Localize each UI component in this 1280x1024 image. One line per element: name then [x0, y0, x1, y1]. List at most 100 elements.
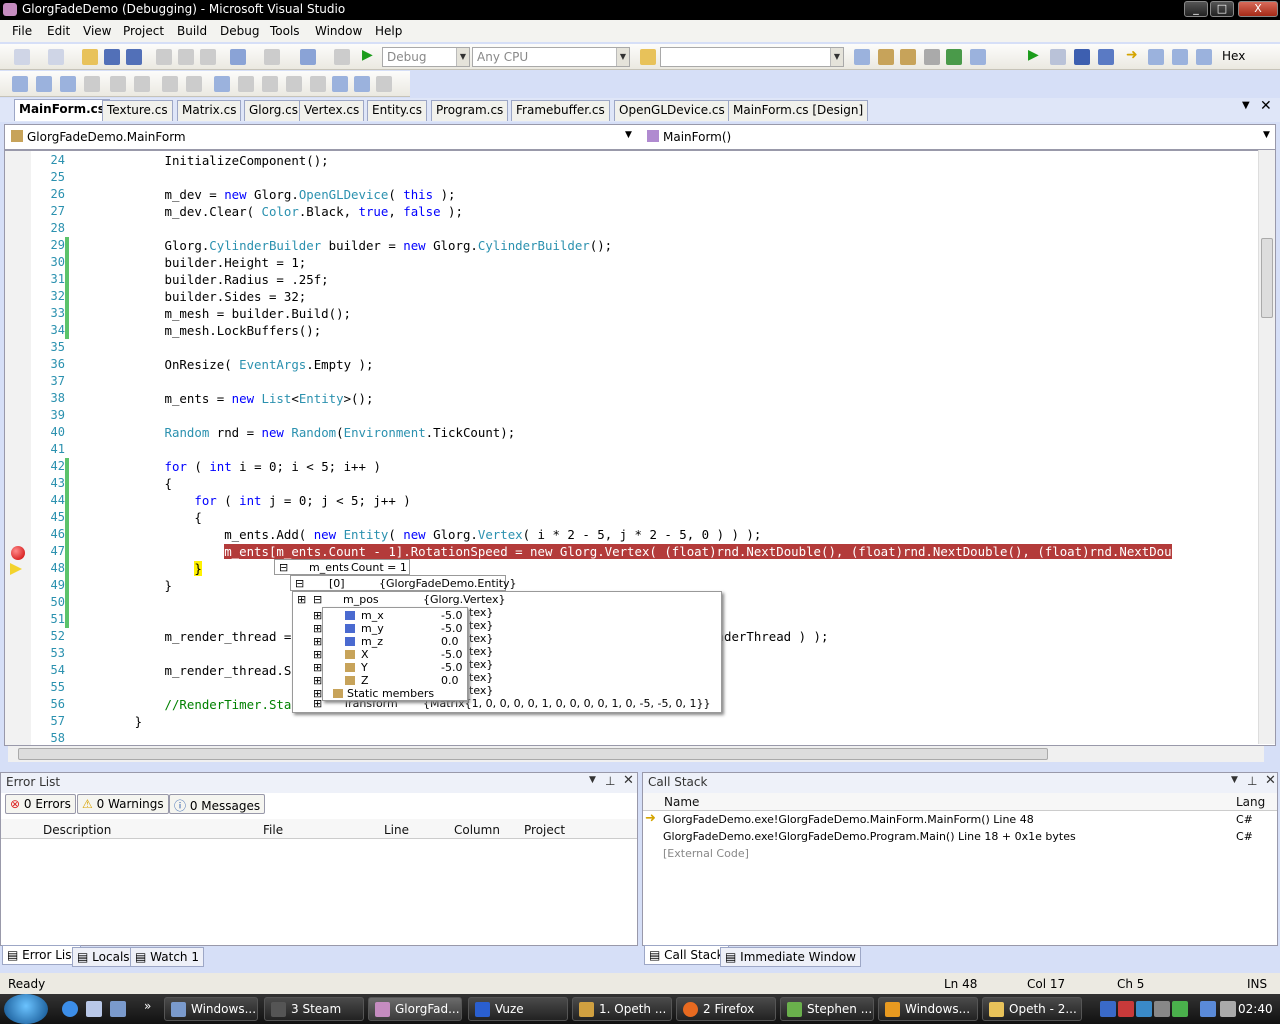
tab-immediate-window[interactable]: ▤ Immediate Window	[720, 947, 861, 967]
expand-icon[interactable]: ⊞	[313, 622, 322, 635]
close-icon[interactable]: ✕	[623, 773, 634, 788]
tab-mainform-design[interactable]: MainForm.cs [Design]	[728, 100, 869, 121]
step-over-icon[interactable]	[1172, 49, 1188, 65]
show-next-statement-icon[interactable]: ➜	[1126, 47, 1142, 63]
tab-framebuffer-cs[interactable]: Framebuffer.cs	[511, 100, 610, 121]
save-icon[interactable]	[104, 49, 120, 65]
chevron-down-icon[interactable]: ▼	[625, 130, 632, 140]
window-icon[interactable]	[970, 49, 986, 65]
bookmark-icon[interactable]	[214, 76, 230, 92]
task-opeth-2[interactable]: Opeth - 2...	[982, 997, 1082, 1021]
tab-call-stack[interactable]: ▤ Call Stack	[644, 945, 729, 965]
task-windows-2[interactable]: Windows...	[878, 997, 978, 1021]
datatip-value[interactable]: -5.0	[441, 609, 462, 622]
editor-vertical-scrollbar[interactable]	[1258, 150, 1275, 744]
column-description[interactable]: Description	[43, 823, 111, 837]
task-windows-1[interactable]: Windows...	[164, 997, 258, 1021]
code-line[interactable]: builder.Sides = 32;	[75, 289, 307, 304]
stack-frame[interactable]: [External Code]	[663, 847, 749, 860]
menu-edit[interactable]: Edit	[47, 24, 70, 38]
code-line[interactable]: }	[75, 578, 172, 593]
configuration-combo[interactable]: Debug ▼	[382, 47, 470, 67]
new-project-icon[interactable]	[14, 49, 30, 65]
code-line[interactable]: //RenderTimer.Sta	[75, 697, 292, 712]
quick-launch-more-icon[interactable]: »	[144, 999, 151, 1013]
tray-icon-3[interactable]	[1136, 1001, 1152, 1017]
quick-info-icon[interactable]	[60, 76, 76, 92]
switch-windows-icon[interactable]	[110, 1001, 126, 1017]
navigate-back-icon[interactable]	[300, 49, 316, 65]
find-combo[interactable]: ▼	[660, 47, 844, 67]
member-dropdown[interactable]: MainForm()	[663, 130, 731, 144]
find-in-files-icon[interactable]	[640, 49, 656, 65]
tab-texture-cs[interactable]: Texture.cs	[102, 100, 173, 121]
pin-icon[interactable]: ⊥	[1247, 774, 1257, 788]
close-icon[interactable]: ✕	[1265, 773, 1276, 788]
redo-icon[interactable]	[264, 49, 280, 65]
code-line[interactable]: m_dev.Clear( Color.Black, true, false );	[75, 204, 463, 219]
pin-icon[interactable]: ⊥	[605, 774, 615, 788]
code-line[interactable]: }	[75, 561, 202, 576]
expand-icon[interactable]: ⊞	[313, 635, 322, 648]
code-line[interactable]: m_render_thread.S	[75, 663, 292, 678]
datatip-value[interactable]: -5.0	[441, 622, 462, 635]
menu-file[interactable]: File	[12, 24, 32, 38]
prev-bookmark-folder-icon[interactable]	[286, 76, 302, 92]
column-line[interactable]: Line	[384, 823, 409, 837]
datatip-value[interactable]: 0.0	[441, 635, 459, 648]
editor-horizontal-scrollbar[interactable]	[8, 746, 1264, 762]
start-page-icon[interactable]	[946, 49, 962, 65]
code-line[interactable]: Random rnd = new Random(Environment.Tick…	[75, 425, 516, 440]
expand-icon[interactable]: ⊟	[313, 593, 322, 606]
tab-program-cs[interactable]: Program.cs	[431, 100, 509, 121]
scroll-thumb[interactable]	[1261, 238, 1273, 318]
task-steam[interactable]: 3 Steam	[264, 997, 364, 1021]
code-line[interactable]: m_ents.Add( new Entity( new Glorg.Vertex…	[75, 527, 761, 542]
show-desktop-icon[interactable]	[86, 1001, 102, 1017]
task-glorgfade[interactable]: GlorgFad...	[368, 997, 462, 1021]
platform-combo[interactable]: Any CPU ▼	[472, 47, 630, 67]
expand-icon[interactable]: ⊞	[313, 648, 322, 661]
tray-icon-4[interactable]	[1154, 1001, 1170, 1017]
next-bookmark-doc-icon[interactable]	[354, 76, 370, 92]
menu-tools[interactable]: Tools	[270, 24, 300, 38]
datatip-item[interactable]: ⊟ [0] {GlorgFadeDemo.Entity}	[290, 575, 517, 591]
menu-build[interactable]: Build	[177, 24, 207, 38]
copy-icon[interactable]	[178, 49, 194, 65]
undo-icon[interactable]	[230, 49, 246, 65]
toolbox-icon[interactable]	[924, 49, 940, 65]
cut-icon[interactable]	[156, 49, 172, 65]
add-item-icon[interactable]	[48, 49, 64, 65]
column-project[interactable]: Project	[524, 823, 565, 837]
warnings-filter-button[interactable]: ⚠ 0 Warnings	[77, 794, 169, 814]
task-vuze[interactable]: Vuze	[468, 997, 568, 1021]
menu-window[interactable]: Window	[315, 24, 362, 38]
code-line[interactable]: InitializeComponent();	[75, 153, 329, 168]
maximize-button[interactable]: □	[1210, 1, 1234, 17]
column-file[interactable]: File	[263, 823, 283, 837]
column-column[interactable]: Column	[454, 823, 500, 837]
code-line[interactable]: Glorg.CylinderBuilder builder = new Glor…	[75, 238, 613, 253]
tab-list-icon[interactable]: ▼	[1242, 100, 1250, 111]
code-line[interactable]: m_ents[m_ents.Count - 1].RotationSpeed =…	[75, 544, 1172, 559]
messages-filter-button[interactable]: ⓘ 0 Messages	[169, 794, 266, 814]
navigate-forward-icon[interactable]	[334, 49, 350, 65]
tab-opengldevice-cs[interactable]: OpenGLDevice.cs	[614, 100, 730, 121]
tab-vertex-cs[interactable]: Vertex.cs	[299, 100, 365, 121]
task-opeth-1[interactable]: 1. Opeth ...	[572, 997, 672, 1021]
datatip-value[interactable]: -5.0	[441, 661, 462, 674]
code-line[interactable]: {	[75, 510, 201, 525]
expand-icon[interactable]: ⊟	[279, 561, 288, 574]
type-dropdown[interactable]: GlorgFadeDemo.MainForm	[27, 130, 186, 144]
tab-error-list[interactable]: ▤ Error List	[2, 945, 82, 965]
volume-icon[interactable]	[1220, 1001, 1236, 1017]
code-line[interactable]: for ( int i = 0; i < 5; i++ )	[75, 459, 381, 474]
tab-matrix-cs[interactable]: Matrix.cs	[177, 100, 242, 121]
complete-word-icon[interactable]	[84, 76, 100, 92]
tab-entity-cs[interactable]: Entity.cs	[367, 100, 427, 121]
expand-icon[interactable]: ⊞	[313, 687, 322, 700]
next-bookmark-icon[interactable]	[262, 76, 278, 92]
uncomment-icon[interactable]	[186, 76, 202, 92]
tab-mainform-cs[interactable]: MainForm.cs	[14, 99, 110, 121]
code-line[interactable]: builder.Radius = .25f;	[75, 272, 329, 287]
